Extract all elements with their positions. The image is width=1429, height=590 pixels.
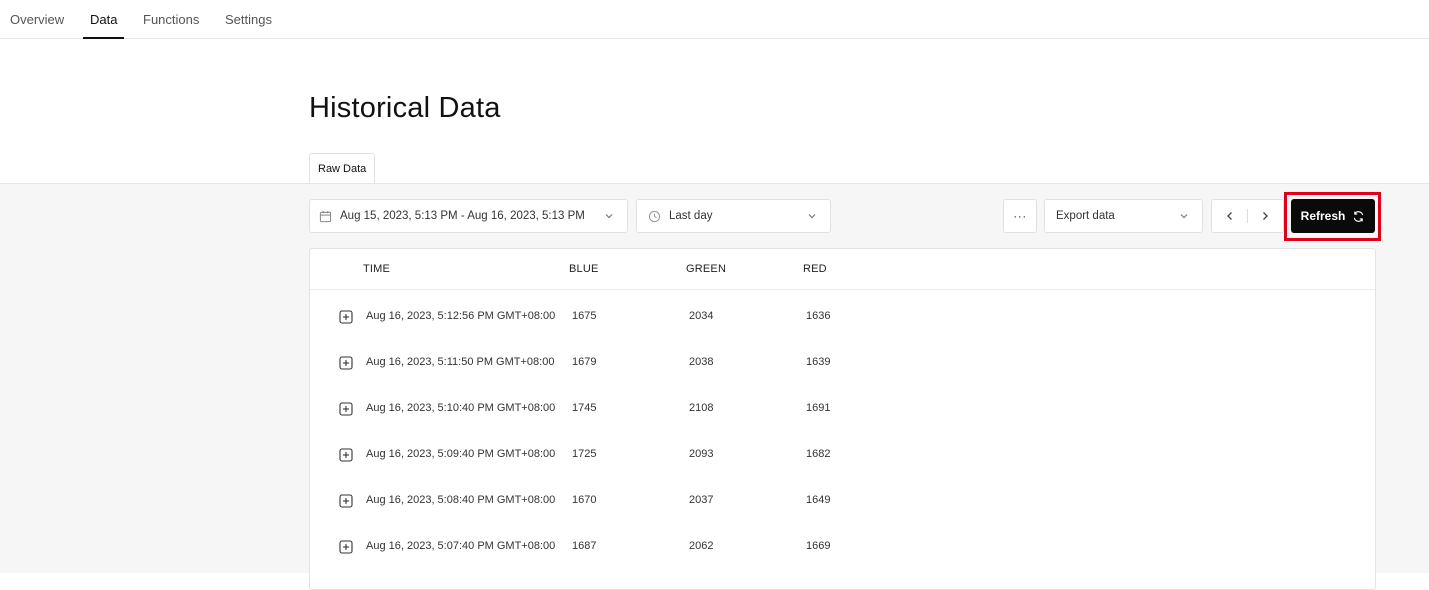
expand-row-icon[interactable]	[339, 356, 353, 370]
cell-time: Aug 16, 2023, 5:11:50 PM GMT+08:00	[366, 356, 555, 368]
tab-data[interactable]: Data	[82, 0, 126, 39]
cell-time: Aug 16, 2023, 5:07:40 PM GMT+08:00	[366, 540, 556, 552]
cell-time: Aug 16, 2023, 5:08:40 PM GMT+08:00	[366, 494, 556, 506]
table-row: Aug 16, 2023, 5:11:50 PM GMT+08:00 1679 …	[310, 340, 1375, 386]
column-header-green: GREEN	[686, 263, 727, 275]
cell-red: 1636	[806, 310, 831, 322]
cell-time: Aug 16, 2023, 5:12:56 PM GMT+08:00	[366, 310, 556, 322]
pagination	[1211, 199, 1284, 233]
tab-functions[interactable]: Functions	[143, 0, 199, 38]
table-header: TIME BLUE GREEN RED	[310, 249, 1375, 290]
expand-row-icon[interactable]	[339, 494, 353, 508]
next-page-button[interactable]	[1248, 200, 1283, 232]
more-icon: ···	[1013, 209, 1027, 223]
cell-time: Aug 16, 2023, 5:09:40 PM GMT+08:00	[366, 448, 556, 460]
chevron-down-icon	[808, 214, 816, 219]
expand-row-icon[interactable]	[339, 540, 353, 554]
tab-overview[interactable]: Overview	[10, 0, 64, 38]
cell-blue: 1679	[572, 356, 597, 368]
cell-blue: 1687	[572, 540, 597, 552]
period-select[interactable]: Last day	[636, 199, 831, 233]
chevron-left-icon	[1226, 212, 1232, 220]
cell-green: 2037	[689, 494, 714, 506]
expand-row-icon[interactable]	[339, 448, 353, 462]
cell-green: 2034	[689, 310, 714, 322]
cell-red: 1682	[806, 448, 831, 460]
period-value: Last day	[669, 210, 713, 222]
cell-time: Aug 16, 2023, 5:10:40 PM GMT+08:00	[366, 402, 556, 414]
date-range-value: Aug 15, 2023, 5:13 PM - Aug 16, 2023, 5:…	[340, 210, 585, 222]
chevron-down-icon	[1180, 214, 1188, 219]
cell-red: 1649	[806, 494, 831, 506]
clock-icon	[648, 210, 661, 222]
column-header-blue: BLUE	[569, 263, 599, 275]
column-header-time: TIME	[363, 263, 391, 275]
table-row: Aug 16, 2023, 5:07:40 PM GMT+08:00 1687 …	[310, 524, 1375, 570]
top-nav: Overview Data Functions Settings	[0, 0, 1429, 39]
calendar-icon	[319, 210, 332, 222]
cell-red: 1691	[806, 402, 831, 414]
tab-raw-data[interactable]: Raw Data	[309, 153, 376, 185]
more-options-button[interactable]: ···	[1003, 199, 1037, 233]
previous-page-button[interactable]	[1212, 200, 1247, 232]
date-range-picker[interactable]: Aug 15, 2023, 5:13 PM - Aug 16, 2023, 5:…	[309, 199, 628, 233]
cell-red: 1639	[806, 356, 831, 368]
data-table: TIME BLUE GREEN RED Aug 16, 2023, 5:12:5…	[309, 248, 1376, 590]
refresh-label: Refresh	[1300, 209, 1346, 223]
cell-blue: 1725	[572, 448, 597, 460]
chevron-right-icon	[1263, 212, 1269, 220]
cell-green: 2108	[689, 402, 714, 414]
expand-row-icon[interactable]	[339, 310, 353, 324]
expand-row-icon[interactable]	[339, 402, 353, 416]
refresh-button[interactable]: Refresh	[1291, 199, 1375, 233]
cell-green: 2038	[689, 356, 714, 368]
table-row: Aug 16, 2023, 5:09:40 PM GMT+08:00 1725 …	[310, 432, 1375, 478]
refresh-icon	[1354, 210, 1364, 222]
cell-green: 2093	[689, 448, 714, 460]
tab-settings[interactable]: Settings	[225, 0, 272, 38]
table-row: Aug 16, 2023, 5:12:56 PM GMT+08:00 1675 …	[310, 294, 1375, 340]
cell-green: 2062	[689, 540, 714, 552]
cell-red: 1669	[806, 540, 831, 552]
cell-blue: 1670	[572, 494, 597, 506]
export-data-select[interactable]: Export data	[1044, 199, 1203, 233]
export-data-label: Export data	[1056, 210, 1115, 222]
table-row: Aug 16, 2023, 5:08:40 PM GMT+08:00 1670 …	[310, 478, 1375, 524]
chevron-down-icon	[605, 214, 613, 219]
column-header-red: RED	[803, 263, 827, 275]
cell-blue: 1675	[572, 310, 597, 322]
cell-blue: 1745	[572, 402, 597, 414]
page-title: Historical Data	[309, 92, 501, 124]
table-row: Aug 16, 2023, 5:10:40 PM GMT+08:00 1745 …	[310, 386, 1375, 432]
